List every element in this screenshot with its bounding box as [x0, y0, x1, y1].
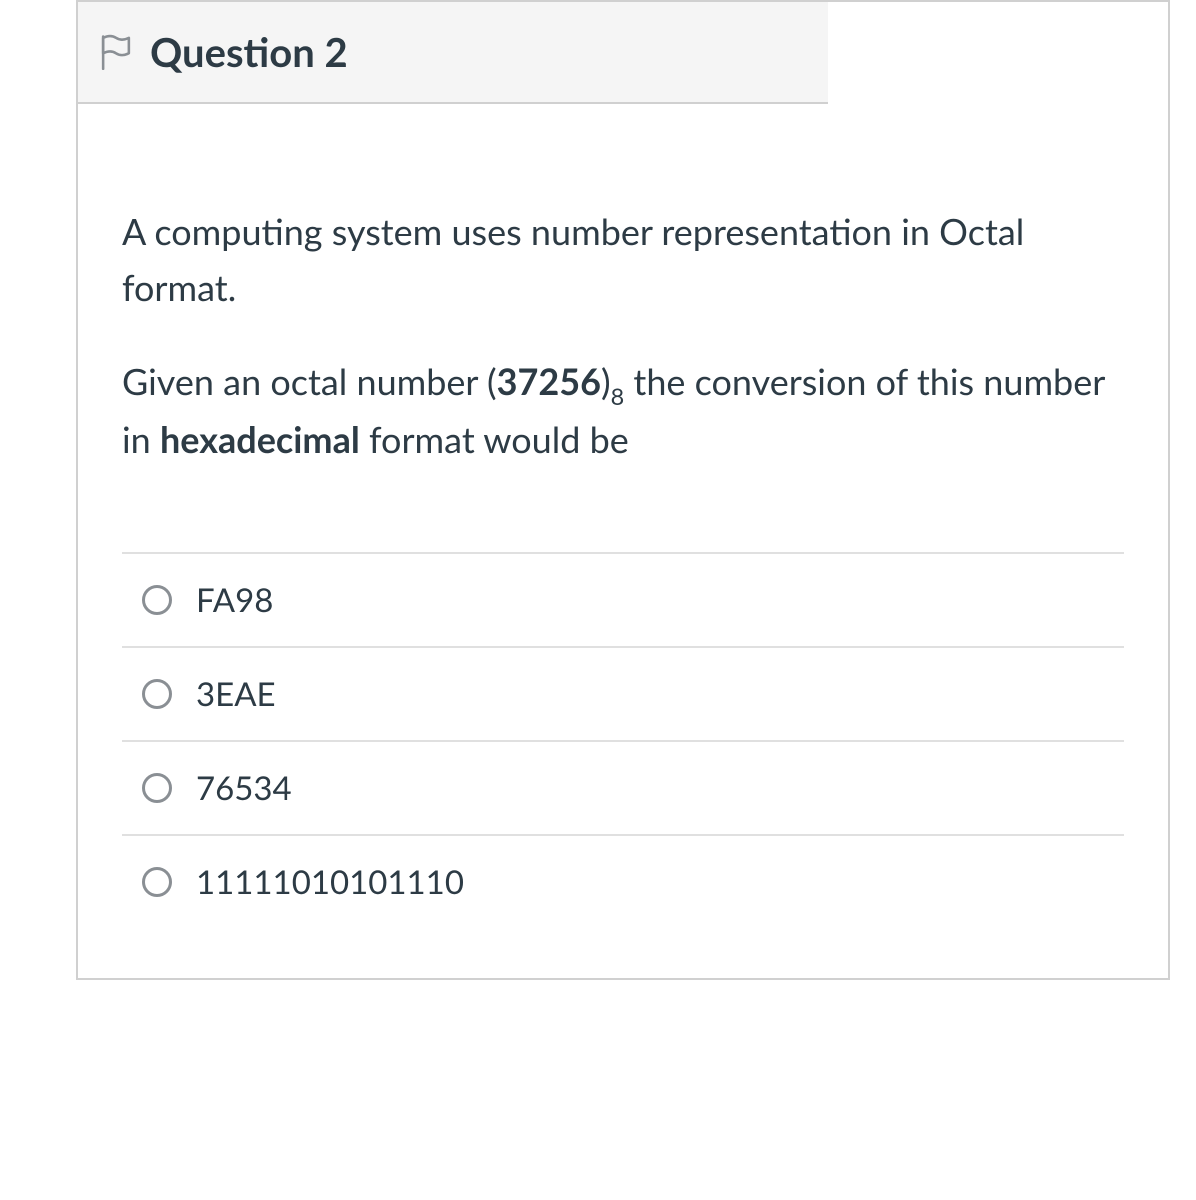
question-body: A computing system uses number represent…: [78, 104, 1168, 978]
radio-icon: [142, 867, 172, 897]
question-prompt: A computing system uses number represent…: [122, 204, 1124, 468]
answer-label: 3EAE: [196, 674, 276, 714]
prompt-paragraph-1: A computing system uses number represent…: [122, 204, 1124, 316]
prompt-paragraph-2: Given an octal number (37256)8 the conve…: [122, 354, 1124, 468]
prompt-text: Given an octal number (: [122, 359, 497, 403]
answer-list: FA98 3EAE 76534 11111010101110: [122, 552, 1124, 928]
answer-label: 76534: [196, 768, 292, 808]
answer-label: FA98: [196, 580, 273, 620]
flag-outline-icon: [100, 34, 132, 70]
question-title: Question 2: [150, 28, 348, 76]
answer-label: 11111010101110: [196, 862, 464, 902]
question-header: Question 2: [76, 0, 828, 104]
prompt-hex-word: hexadecimal: [160, 417, 360, 461]
answer-option[interactable]: 76534: [122, 740, 1124, 834]
prompt-text: format would be: [360, 417, 629, 461]
prompt-subscript: 8: [611, 382, 625, 410]
answer-option[interactable]: FA98: [122, 552, 1124, 646]
answer-option[interactable]: 3EAE: [122, 646, 1124, 740]
answer-option[interactable]: 11111010101110: [122, 834, 1124, 928]
prompt-octal-number: 37256: [497, 359, 601, 403]
prompt-text: ): [601, 359, 611, 403]
radio-icon: [142, 773, 172, 803]
radio-icon: [142, 679, 172, 709]
radio-icon: [142, 585, 172, 615]
question-card: Question 2 A computing system uses numbe…: [76, 0, 1170, 980]
